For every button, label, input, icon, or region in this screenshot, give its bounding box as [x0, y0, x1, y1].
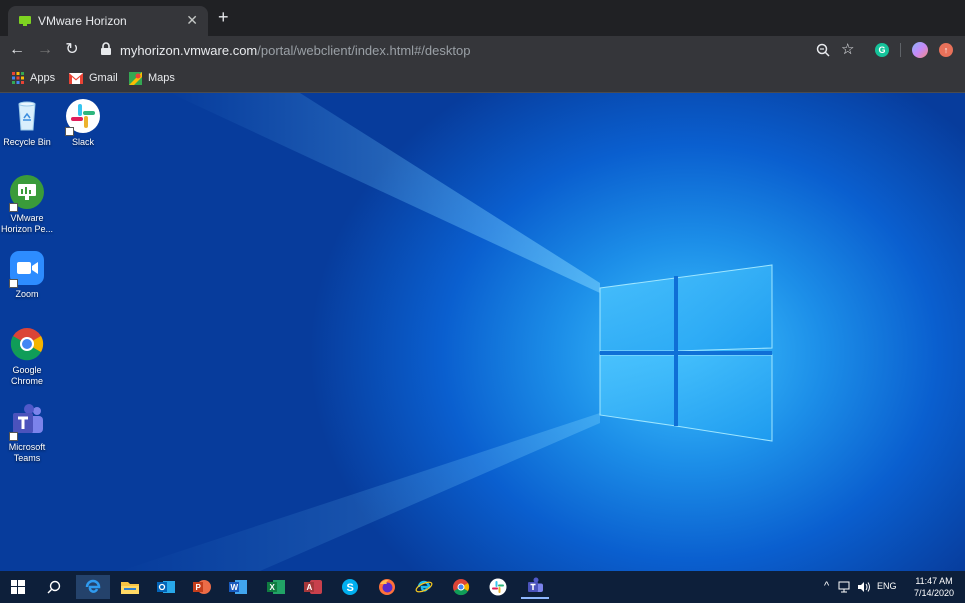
powerpoint-icon: P [193, 580, 211, 594]
tab-title: VMware Horizon [38, 14, 127, 28]
slack-icon [489, 578, 507, 596]
zoom-icon[interactable] [816, 43, 830, 57]
apps-grid-icon [12, 72, 24, 85]
url-path: /portal/webclient/index.html#/desktop [257, 43, 471, 58]
network-icon[interactable] [838, 581, 852, 593]
bookmark-apps[interactable]: Apps [12, 71, 55, 87]
url-host: myhorizon.vmware.com [120, 43, 258, 58]
remote-desktop[interactable]: Recycle Bin Slack VMware Horizon Pe... Z… [0, 93, 965, 571]
desktop-icon-zoom[interactable]: Zoom [0, 250, 57, 300]
maps-icon [129, 71, 142, 85]
shortcut-arrow-icon [9, 432, 18, 441]
address-bar[interactable]: myhorizon.vmware.com/portal/webclient/in… [94, 38, 864, 62]
search-button[interactable] [40, 575, 68, 599]
vmware-horizon-favicon-icon [19, 16, 31, 26]
desktop-icon-slack[interactable]: Slack [53, 98, 113, 148]
lock-icon [101, 42, 111, 55]
language-indicator[interactable]: ENG [877, 581, 897, 591]
forward-icon[interactable]: → [36, 41, 54, 59]
bookmark-apps-label: Apps [30, 72, 56, 84]
teams-icon [528, 577, 543, 592]
bookmark-maps[interactable]: Maps [129, 71, 175, 87]
profile-avatar[interactable] [912, 42, 928, 58]
access-icon: A [304, 580, 322, 594]
taskbar-skype[interactable]: S [336, 575, 364, 599]
desktop-icon-label: Google Chrome [10, 365, 43, 386]
desktop-icon-label: Recycle Bin [3, 137, 51, 147]
desktop-icon-google-chrome[interactable]: Google Chrome [0, 326, 57, 387]
taskbar-powerpoint[interactable]: P [188, 575, 216, 599]
svg-text:W: W [231, 583, 239, 592]
bookmark-gmail[interactable]: Gmail [69, 71, 118, 87]
skype-icon: S [342, 579, 358, 595]
desktop-icon-microsoft-teams[interactable]: Microsoft Teams [0, 403, 57, 464]
taskbar-internet-explorer[interactable] [410, 575, 438, 599]
browser-toolbar: ← → ↻ myhorizon.vmware.com/portal/webcli… [0, 36, 965, 64]
toolbar-divider [900, 43, 901, 57]
word-icon: W [229, 580, 247, 594]
browser-tab-bar: VMware Horizon ✕ + [0, 0, 965, 36]
taskbar-teams[interactable] [521, 575, 549, 599]
taskbar-access[interactable]: A [299, 575, 327, 599]
outlook-icon [157, 581, 175, 593]
internet-explorer-icon [415, 580, 433, 593]
taskbar-excel[interactable]: X [262, 575, 290, 599]
bookmark-maps-label: Maps [148, 72, 175, 84]
taskbar-word[interactable]: W [224, 575, 252, 599]
taskbar-chrome[interactable] [447, 575, 475, 599]
shortcut-arrow-icon [9, 279, 18, 288]
system-tray: ^ ENG 11:47 AM 7/14/2020 [824, 571, 959, 603]
update-icon[interactable]: ↑ [939, 43, 953, 57]
bookmarks-bar: Apps Gmail Maps [0, 64, 965, 93]
taskbar-file-explorer[interactable] [116, 575, 144, 599]
desktop-icon-label: Microsoft Teams [8, 442, 46, 463]
bookmark-gmail-label: Gmail [89, 72, 118, 84]
new-tab-icon[interactable]: + [218, 8, 229, 26]
desktop-icon-label: VMware Horizon Pe... [0, 213, 54, 234]
clock-date: 7/14/2020 [913, 588, 955, 598]
url-text: myhorizon.vmware.com/portal/webclient/in… [120, 43, 470, 58]
clock-time: 11:47 AM [915, 576, 953, 586]
bookmark-star-icon[interactable]: ☆ [841, 40, 854, 58]
shortcut-arrow-icon [9, 203, 18, 212]
chrome-icon [453, 579, 470, 596]
back-icon[interactable]: ← [8, 41, 26, 59]
edge-icon [85, 579, 101, 593]
svg-text:A: A [307, 583, 313, 592]
desktop-icon-recycle-bin[interactable]: Recycle Bin [0, 98, 57, 148]
desktop-icon-label: Slack [71, 137, 94, 147]
recycle-bin-icon [18, 101, 36, 131]
taskbar-slack[interactable] [484, 575, 512, 599]
taskbar-edge[interactable] [76, 575, 110, 599]
folder-icon [121, 582, 139, 594]
taskbar-firefox[interactable] [373, 575, 401, 599]
volume-icon[interactable] [857, 581, 871, 593]
grammarly-extension-icon[interactable]: G [875, 43, 889, 57]
gmail-icon [69, 72, 83, 84]
desktop-icon-vmware-horizon[interactable]: VMware Horizon Pe... [0, 174, 57, 235]
start-button[interactable] [4, 575, 32, 599]
taskbar-outlook[interactable] [152, 575, 180, 599]
browser-tab[interactable]: VMware Horizon ✕ [8, 6, 208, 36]
search-icon [47, 580, 61, 594]
svg-text:S: S [347, 582, 354, 594]
taskbar-clock[interactable]: 11:47 AM 7/14/2020 [909, 575, 959, 599]
show-hidden-icons-chevron-icon[interactable]: ^ [824, 580, 829, 592]
reload-icon[interactable]: ↻ [63, 41, 81, 59]
excel-icon: X [267, 580, 285, 594]
close-tab-icon[interactable]: ✕ [186, 12, 198, 29]
desktop-icon-label: Zoom [15, 289, 39, 299]
windows-wallpaper [120, 93, 773, 571]
svg-text:X: X [270, 583, 276, 592]
shortcut-arrow-icon [65, 127, 74, 136]
windows-logo-icon [11, 580, 25, 594]
chrome-icon [10, 328, 44, 361]
firefox-icon [379, 579, 395, 595]
svg-text:P: P [196, 583, 202, 592]
windows-taskbar: P W X A S ^ ENG 11:47 AM 7/14/2020 [0, 571, 965, 603]
